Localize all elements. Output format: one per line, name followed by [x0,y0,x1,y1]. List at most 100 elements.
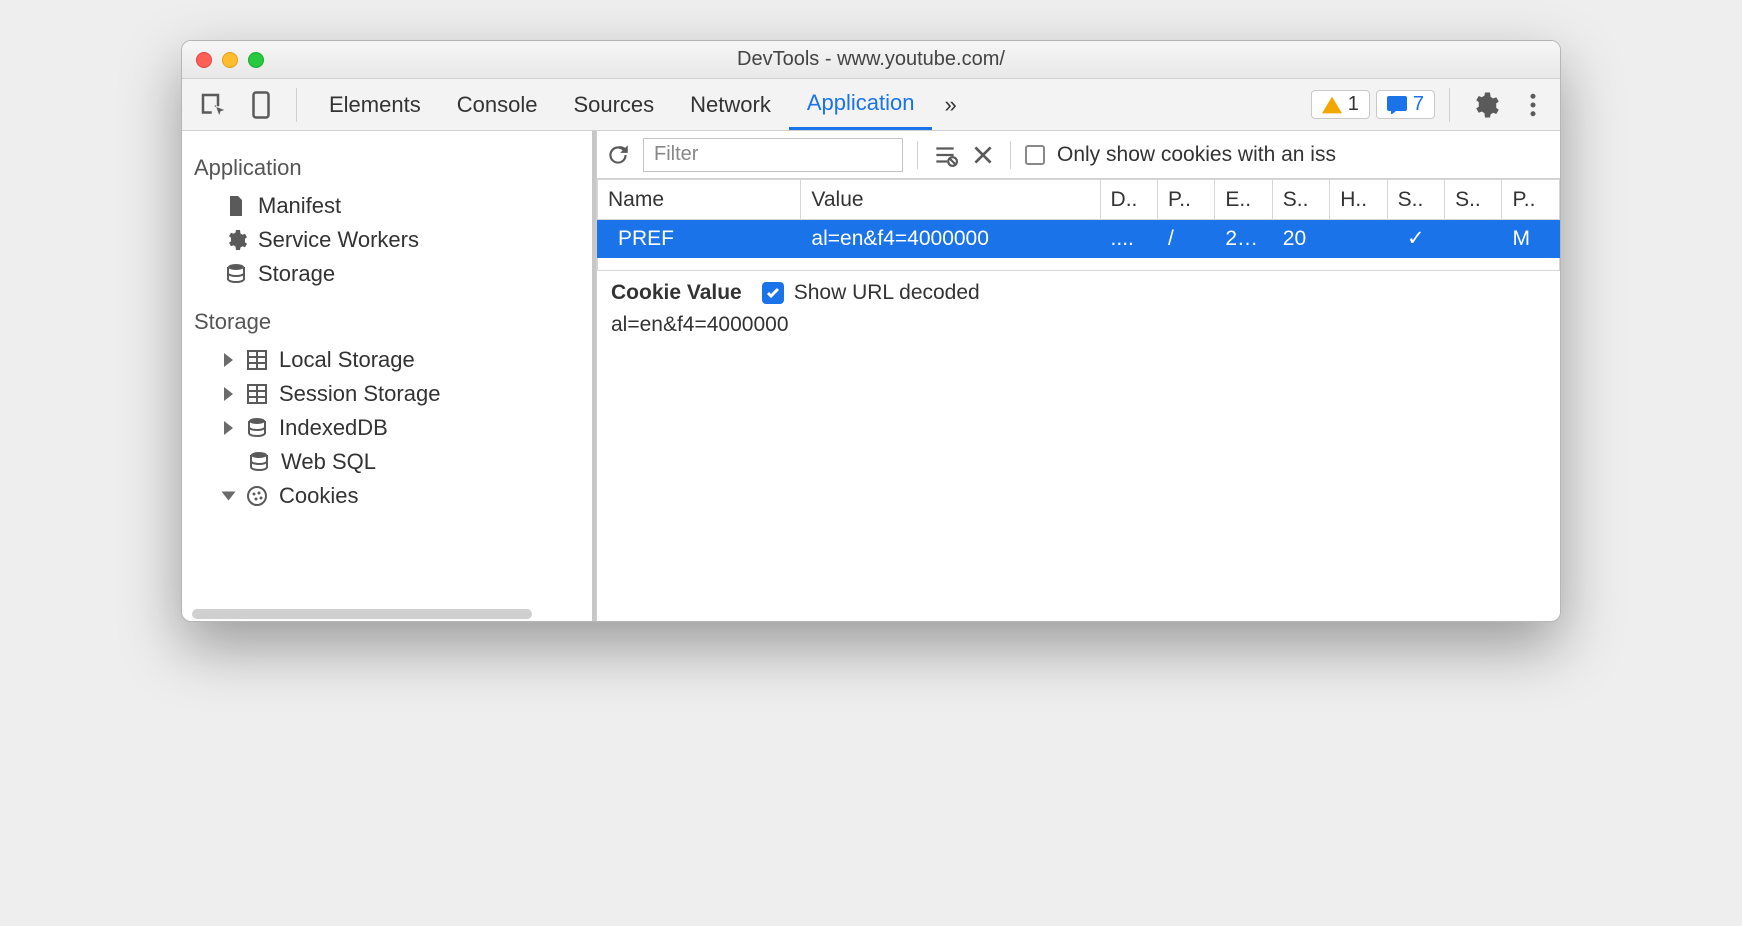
more-options-button[interactable] [1512,86,1554,124]
refresh-icon[interactable] [605,142,631,168]
device-icon [246,90,276,120]
file-icon [224,194,248,218]
expand-icon[interactable] [224,387,233,401]
sidebar-item-label: Service Workers [258,227,419,253]
sidebar-item-indexeddb[interactable]: IndexedDB [194,411,584,445]
cell-httponly [1330,220,1387,258]
sidebar-resizer[interactable] [592,131,597,621]
grid-icon [245,348,269,372]
application-sidebar: Application Manifest Service Workers Sto… [182,131,597,621]
sidebar-item-local-storage[interactable]: Local Storage [194,343,584,377]
cell-expires: 2… [1215,220,1272,258]
gear-icon [224,228,248,252]
sidebar-item-label: Storage [258,261,335,287]
sidebar-item-service-workers[interactable]: Service Workers [194,223,584,257]
grid-icon [245,382,269,406]
cell-value: al=en&f4=4000000 [801,220,1100,258]
col-priority[interactable]: P.. [1502,180,1560,220]
sidebar-item-label: Session Storage [279,381,440,407]
main-area: Application Manifest Service Workers Sto… [182,131,1560,621]
show-url-decoded-label: Show URL decoded [794,281,980,305]
sidebar-item-label: Manifest [258,193,341,219]
sidebar-item-manifest[interactable]: Manifest [194,189,584,223]
inspect-icon [198,90,228,120]
filter-input[interactable] [643,138,903,172]
tab-sources[interactable]: Sources [555,79,672,130]
sidebar-scrollbar[interactable] [192,609,532,619]
check-icon [765,285,781,301]
sidebar-item-session-storage[interactable]: Session Storage [194,377,584,411]
warnings-badge[interactable]: 1 [1311,90,1370,119]
tab-application[interactable]: Application [789,79,933,130]
more-tabs-button[interactable]: » [938,88,962,122]
expand-icon[interactable] [224,353,233,367]
table-row-empty [598,258,1560,271]
col-httponly[interactable]: H.. [1330,180,1387,220]
cookies-toolbar: Only show cookies with an iss [597,131,1560,179]
col-domain[interactable]: D.. [1100,180,1157,220]
window-title: DevTools - www.youtube.com/ [182,48,1560,71]
sidebar-item-label: IndexedDB [279,415,388,441]
cell-secure: ✓ [1387,220,1444,258]
message-icon [1387,96,1407,114]
sidebar-section-storage: Storage [194,309,584,335]
cookie-value-title: Cookie Value [611,281,742,305]
sidebar-item-cookies[interactable]: Cookies [194,479,584,513]
only-issues-label: Only show cookies with an iss [1057,143,1336,167]
database-icon [224,262,248,286]
titlebar: DevTools - www.youtube.com/ [182,41,1560,79]
kebab-icon [1518,90,1548,120]
separator [1010,141,1011,169]
col-samesite[interactable]: S.. [1445,180,1502,220]
clear-all-icon[interactable] [932,142,958,168]
warning-icon [1322,96,1342,114]
sidebar-section-application: Application [194,155,584,181]
col-path[interactable]: P.. [1157,180,1214,220]
cell-samesite [1445,220,1502,258]
col-value[interactable]: Value [801,180,1100,220]
sidebar-item-label: Cookies [279,483,358,509]
gear-icon [1470,90,1500,120]
separator [296,88,297,122]
cookie-icon [245,484,269,508]
cell-name: PREF [598,220,801,258]
sidebar-item-storage-summary[interactable]: Storage [194,257,584,291]
sidebar-item-websql[interactable]: Web SQL [194,445,584,479]
device-toggle-button[interactable] [240,86,282,124]
cell-size: 20 [1272,220,1329,258]
messages-badge[interactable]: 7 [1376,90,1435,119]
sidebar-item-label: Web SQL [281,449,376,475]
settings-button[interactable] [1464,86,1506,124]
tab-elements[interactable]: Elements [311,79,439,130]
inspect-element-button[interactable] [192,86,234,124]
warnings-count: 1 [1348,93,1359,116]
col-name[interactable]: Name [598,180,801,220]
database-icon [247,450,271,474]
cookie-detail-header: Cookie Value Show URL decoded [597,271,1560,309]
database-icon [245,416,269,440]
tab-console[interactable]: Console [439,79,556,130]
cookies-table: Name Value D.. P.. E.. S.. H.. S.. S.. P… [597,179,1560,271]
cell-priority: M [1502,220,1560,258]
separator [917,141,918,169]
collapse-icon[interactable] [222,492,236,501]
delete-icon[interactable] [970,142,996,168]
table-header-row: Name Value D.. P.. E.. S.. H.. S.. S.. P… [598,180,1560,220]
col-expires[interactable]: E.. [1215,180,1272,220]
devtools-window: DevTools - www.youtube.com/ Elements Con… [181,40,1561,622]
cookies-panel: Only show cookies with an iss Name Value… [597,131,1560,621]
only-issues-checkbox[interactable] [1025,145,1045,165]
main-toolbar: Elements Console Sources Network Applica… [182,79,1560,131]
cookie-value-text: al=en&f4=4000000 [597,309,1560,351]
show-url-decoded-checkbox[interactable] [762,282,784,304]
col-secure[interactable]: S.. [1387,180,1444,220]
table-row[interactable]: PREF al=en&f4=4000000 .... / 2… 20 ✓ M [598,220,1560,258]
col-size[interactable]: S.. [1272,180,1329,220]
tab-network[interactable]: Network [672,79,789,130]
sidebar-item-label: Local Storage [279,347,415,373]
expand-icon[interactable] [224,421,233,435]
cell-domain: .... [1100,220,1157,258]
panel-tabs: Elements Console Sources Network Applica… [311,79,932,130]
messages-count: 7 [1413,93,1424,116]
cell-path: / [1157,220,1214,258]
